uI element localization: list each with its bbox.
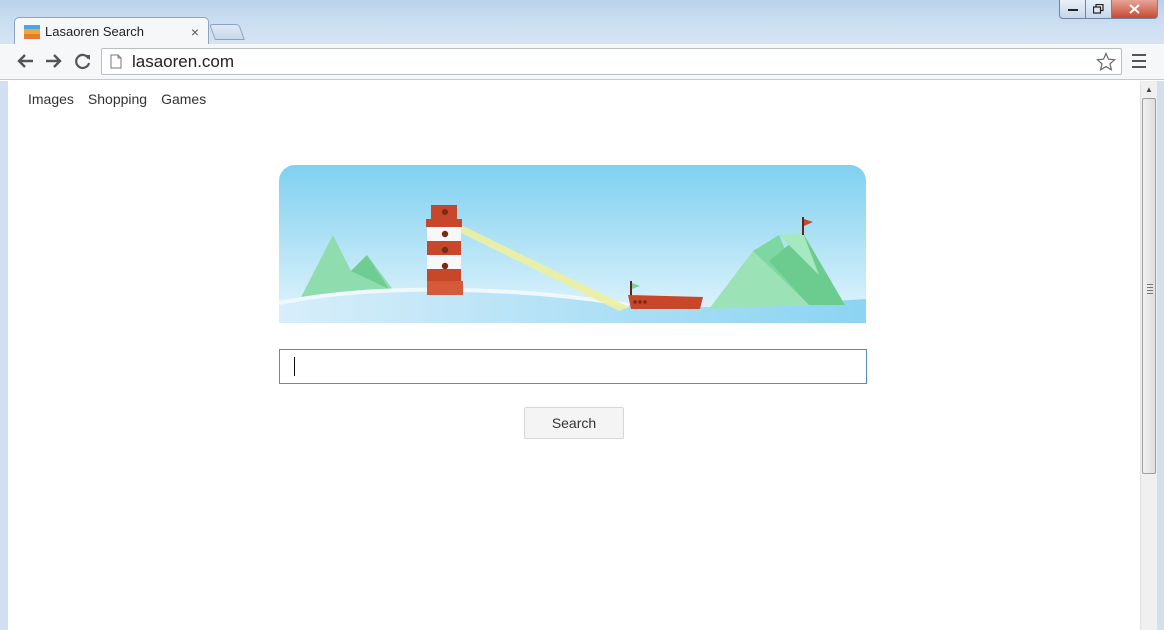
minimize-button[interactable] — [1059, 0, 1086, 19]
bookmark-star-icon[interactable] — [1095, 51, 1117, 73]
maximize-button[interactable] — [1086, 0, 1112, 19]
browser-toolbar: lasaoren.com — [0, 44, 1164, 80]
reload-icon — [75, 53, 91, 69]
back-button[interactable] — [14, 50, 36, 72]
nav-link-games[interactable]: Games — [161, 91, 206, 107]
search-input[interactable] — [279, 349, 867, 384]
window-frame-right — [1157, 81, 1164, 630]
search-button[interactable]: Search — [524, 407, 624, 439]
text-caret — [294, 357, 295, 376]
tab-close-icon[interactable]: × — [191, 24, 199, 40]
hamburger-menu-icon[interactable] — [1129, 52, 1149, 70]
close-window-button[interactable] — [1112, 0, 1158, 19]
vertical-scrollbar[interactable]: ▲ — [1140, 81, 1157, 630]
tab-favicon-icon — [24, 24, 40, 39]
page-icon — [110, 54, 122, 69]
address-bar[interactable]: lasaoren.com — [101, 48, 1122, 75]
restore-icon — [1093, 4, 1104, 14]
window-titlebar: Lasaoren Search × — [0, 0, 1164, 45]
nav-link-shopping[interactable]: Shopping — [88, 91, 147, 107]
scrollbar-thumb[interactable] — [1142, 98, 1156, 474]
page-viewport: Images Shopping Games Search — [8, 81, 1140, 630]
window-frame-left — [0, 81, 8, 630]
banner-illustration — [279, 165, 866, 323]
reload-button[interactable] — [72, 50, 94, 72]
browser-tab[interactable]: Lasaoren Search × — [14, 17, 209, 45]
tab-title: Lasaoren Search — [45, 24, 145, 39]
url-text[interactable]: lasaoren.com — [132, 52, 1095, 72]
window-controls — [1059, 0, 1158, 19]
forward-button[interactable] — [43, 50, 65, 72]
minimize-icon — [1067, 9, 1078, 11]
nav-link-images[interactable]: Images — [28, 91, 74, 107]
new-tab-button[interactable] — [209, 24, 245, 40]
arrow-left-icon — [17, 54, 33, 68]
scroll-up-arrow-icon[interactable]: ▲ — [1141, 81, 1157, 97]
top-nav: Images Shopping Games — [28, 91, 220, 107]
close-icon — [1129, 4, 1140, 14]
scroll-grip-icon — [1147, 284, 1153, 294]
arrow-right-icon — [46, 54, 62, 68]
